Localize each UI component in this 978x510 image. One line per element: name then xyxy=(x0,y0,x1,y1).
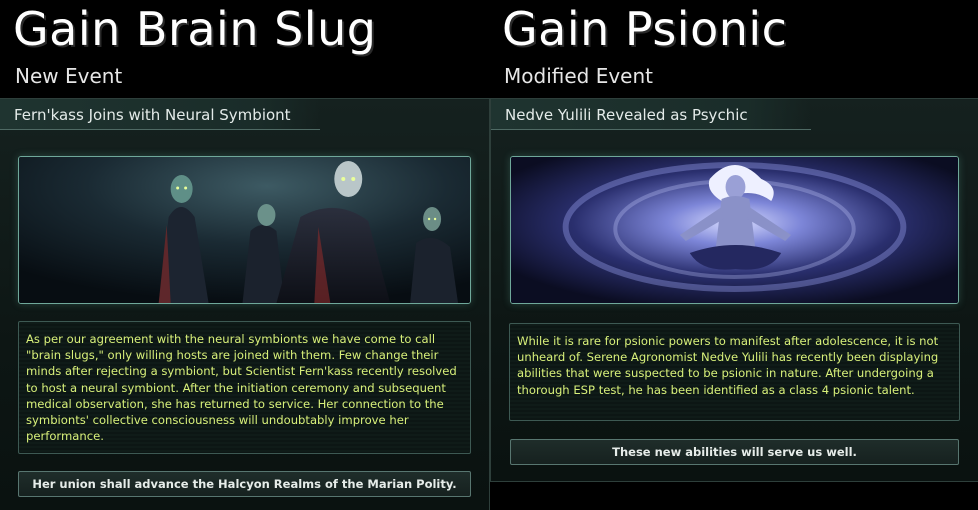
event-option-button[interactable]: These new abilities will serve us well. xyxy=(510,439,959,465)
event-name: Nedve Yulili Revealed as Psychic xyxy=(505,106,748,124)
event-header: Nedve Yulili Revealed as Psychic xyxy=(491,99,811,130)
event-name: Fern'kass Joins with Neural Symbiont xyxy=(14,106,291,124)
panel-title: Gain Brain Slug xyxy=(13,2,377,56)
event-window: Nedve Yulili Revealed as Psychic While i… xyxy=(490,98,978,482)
panel-subtitle: Modified Event xyxy=(504,64,653,88)
event-option-label: Her union shall advance the Halcyon Real… xyxy=(32,477,457,491)
event-option-button[interactable]: Her union shall advance the Halcyon Real… xyxy=(18,471,471,497)
event-window: Fern'kass Joins with Neural Symbiont As … xyxy=(0,98,490,510)
right-event-panel: Gain Psionic Modified Event Nedve Yulili… xyxy=(490,0,978,510)
panel-subtitle: New Event xyxy=(15,64,123,88)
event-description-box: As per our agreement with the neural sym… xyxy=(18,321,471,454)
event-option-label: These new abilities will serve us well. xyxy=(612,445,857,459)
left-event-panel: Gain Brain Slug New Event Fern'kass Join… xyxy=(0,0,490,510)
panel-title: Gain Psionic xyxy=(502,2,788,56)
event-description-box: While it is rare for psionic powers to m… xyxy=(509,323,960,421)
event-illustration xyxy=(18,156,471,304)
event-header: Fern'kass Joins with Neural Symbiont xyxy=(0,99,320,130)
event-illustration xyxy=(510,156,959,304)
event-description: While it is rare for psionic powers to m… xyxy=(517,334,939,397)
event-description: As per our agreement with the neural sym… xyxy=(26,332,457,444)
